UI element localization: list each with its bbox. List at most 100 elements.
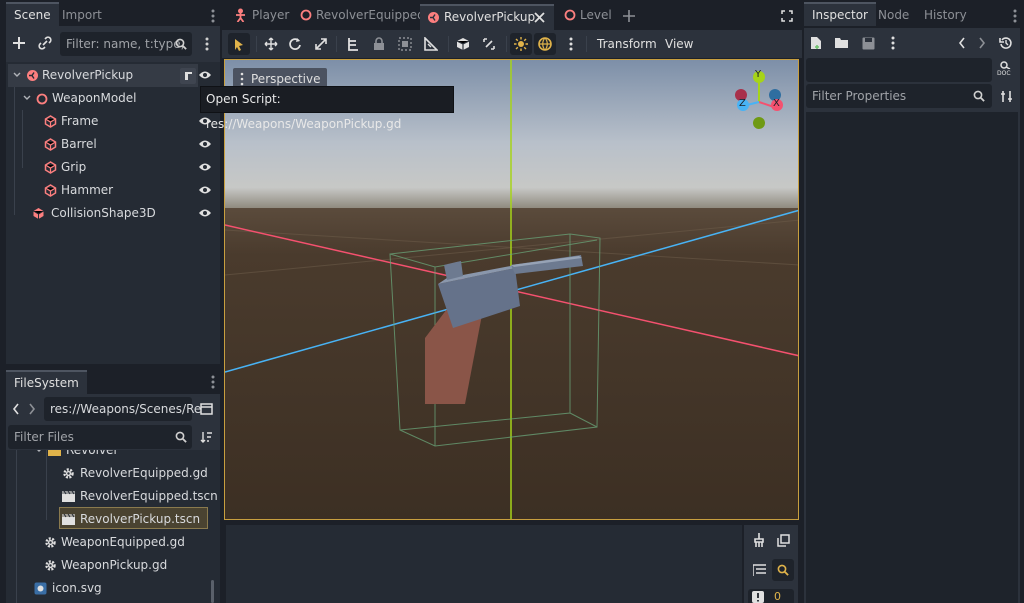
tab-history[interactable]: History bbox=[916, 4, 975, 26]
local-space-icon[interactable] bbox=[454, 35, 472, 53]
error-count: 0 bbox=[774, 590, 781, 603]
property-list bbox=[806, 112, 1018, 603]
filter-files-input[interactable]: Filter Files bbox=[8, 425, 192, 449]
new-resource-icon[interactable] bbox=[808, 35, 824, 51]
folder-row-revolver[interactable]: Revolver bbox=[32, 450, 202, 462]
add-tab-icon[interactable] bbox=[622, 9, 636, 23]
toolbar-separator bbox=[256, 36, 257, 52]
ruler-icon[interactable] bbox=[422, 35, 440, 53]
toggle-split-icon[interactable] bbox=[199, 402, 213, 416]
node3d-icon bbox=[36, 93, 48, 105]
dock-menu-icon[interactable] bbox=[208, 8, 218, 24]
distraction-free-icon[interactable] bbox=[780, 9, 794, 23]
tree-row-revolverpickup[interactable]: RevolverPickup bbox=[10, 64, 210, 87]
environment-icon[interactable] bbox=[534, 33, 556, 55]
visibility-eye-icon[interactable] bbox=[198, 183, 212, 197]
save-icon[interactable] bbox=[860, 35, 876, 51]
tree-label: Grip bbox=[61, 160, 87, 174]
dock-menu-icon[interactable] bbox=[208, 374, 218, 390]
toolbar-separator bbox=[506, 36, 507, 52]
inspector-menu-icon[interactable] bbox=[888, 35, 898, 51]
orientation-gizmo[interactable]: Y X Z bbox=[725, 68, 795, 136]
gizmo-y-label: Y bbox=[755, 69, 762, 80]
add-node-icon[interactable] bbox=[10, 34, 28, 52]
tab-import[interactable]: Import bbox=[54, 4, 110, 26]
tree-row-frame[interactable]: Frame bbox=[44, 110, 214, 133]
object-selector[interactable] bbox=[806, 58, 992, 82]
toolbar-menu-icon[interactable] bbox=[566, 36, 576, 52]
copy-icon[interactable] bbox=[774, 531, 792, 549]
tab-player[interactable]: Player bbox=[226, 4, 297, 26]
chevron-down-icon[interactable] bbox=[22, 87, 32, 110]
search-icon bbox=[174, 37, 188, 51]
tree-row-weaponmodel[interactable]: WeaponModel bbox=[20, 87, 210, 110]
rigidbody-icon bbox=[26, 69, 39, 82]
forward-arrow-icon[interactable] bbox=[26, 402, 38, 416]
tree-row-grip[interactable]: Grip bbox=[44, 156, 214, 179]
list-select-icon[interactable] bbox=[344, 35, 362, 53]
chevron-down-icon[interactable] bbox=[12, 64, 22, 87]
visibility-eye-icon[interactable] bbox=[198, 68, 212, 82]
filter-properties-input[interactable]: Filter Properties bbox=[806, 84, 992, 108]
visibility-eye-icon[interactable] bbox=[198, 160, 212, 174]
inspector-panel: DOC Filter Properties bbox=[804, 28, 1020, 603]
image-file-icon bbox=[34, 582, 47, 595]
lock-icon[interactable] bbox=[370, 35, 388, 53]
node3d-icon bbox=[300, 9, 312, 21]
open-folder-icon[interactable] bbox=[834, 35, 850, 51]
tree-row-barrel[interactable]: Barrel bbox=[44, 133, 214, 156]
tab-node[interactable]: Node bbox=[870, 4, 917, 26]
object-history-icon[interactable] bbox=[998, 35, 1014, 51]
file-row-weaponpickup-gd[interactable]: WeaponPickup.gd bbox=[44, 554, 204, 577]
property-options-icon[interactable] bbox=[998, 88, 1014, 104]
error-counter[interactable]: 0 bbox=[748, 589, 794, 603]
file-row-weaponequipped-gd[interactable]: WeaponEquipped.gd bbox=[44, 531, 204, 554]
sort-icon[interactable] bbox=[199, 430, 213, 444]
close-icon[interactable] bbox=[534, 12, 545, 23]
rotate-tool-icon[interactable] bbox=[286, 35, 304, 53]
scene-file-icon bbox=[62, 491, 75, 502]
script-icon[interactable] bbox=[180, 68, 196, 84]
filter-lines-icon[interactable] bbox=[750, 561, 768, 579]
scene-dock: Scene Import Filter: name, t:type, Revol… bbox=[0, 0, 222, 366]
history-forward-icon[interactable] bbox=[976, 36, 988, 50]
view-menu[interactable]: View bbox=[665, 30, 693, 58]
output-area bbox=[226, 525, 742, 603]
tab-inspector[interactable]: Inspector bbox=[804, 2, 876, 26]
tree-label: RevolverPickup bbox=[42, 68, 134, 82]
sun-icon[interactable] bbox=[510, 33, 532, 55]
path-field[interactable]: res://Weapons/Scenes/Re bbox=[44, 397, 201, 421]
doc-icon[interactable]: DOC bbox=[996, 60, 1016, 80]
scale-tool-icon[interactable] bbox=[312, 35, 330, 53]
transform-menu[interactable]: Transform bbox=[597, 30, 657, 58]
link-icon[interactable] bbox=[36, 34, 54, 52]
tab-revolverpickup[interactable]: RevolverPickup bbox=[420, 4, 554, 30]
file-row-revolverpickup-tscn[interactable]: RevolverPickup.tscn bbox=[62, 508, 212, 531]
clear-output-icon[interactable] bbox=[750, 531, 768, 549]
dock-menu-icon[interactable] bbox=[1010, 8, 1020, 24]
toolbar-separator bbox=[336, 36, 337, 52]
chevron-down-icon[interactable] bbox=[34, 450, 44, 462]
snap-icon[interactable] bbox=[480, 35, 498, 53]
history-back-icon[interactable] bbox=[956, 36, 968, 50]
visibility-eye-icon[interactable] bbox=[198, 137, 212, 151]
visibility-eye-icon[interactable] bbox=[198, 206, 212, 220]
scene-menu-icon[interactable] bbox=[202, 36, 212, 52]
tree-row-hammer[interactable]: Hammer bbox=[44, 179, 214, 202]
tab-level[interactable]: Level bbox=[556, 4, 620, 26]
back-arrow-icon[interactable] bbox=[10, 402, 22, 416]
move-tool-icon[interactable] bbox=[262, 35, 280, 53]
output-side: 0 bbox=[744, 525, 798, 603]
scrollbar[interactable] bbox=[211, 580, 214, 603]
scene-filter-input[interactable]: Filter: name, t:type, bbox=[60, 32, 192, 56]
select-tool-icon[interactable] bbox=[228, 33, 250, 55]
search-toggle-icon[interactable] bbox=[772, 559, 794, 581]
group-icon[interactable] bbox=[396, 35, 414, 53]
tree-row-collisionshape3d[interactable]: CollisionShape3D bbox=[32, 202, 212, 225]
tab-scene[interactable]: Scene bbox=[6, 2, 59, 26]
tab-filesystem[interactable]: FileSystem bbox=[6, 370, 87, 394]
file-row-revolverequipped-gd[interactable]: RevolverEquipped.gd bbox=[62, 462, 212, 485]
tab-revolverequipped[interactable]: RevolverEquipped bbox=[292, 4, 433, 26]
file-row-revolverequipped-tscn[interactable]: RevolverEquipped.tscn bbox=[62, 485, 218, 508]
file-row-icon-svg[interactable]: icon.svg bbox=[34, 577, 194, 600]
